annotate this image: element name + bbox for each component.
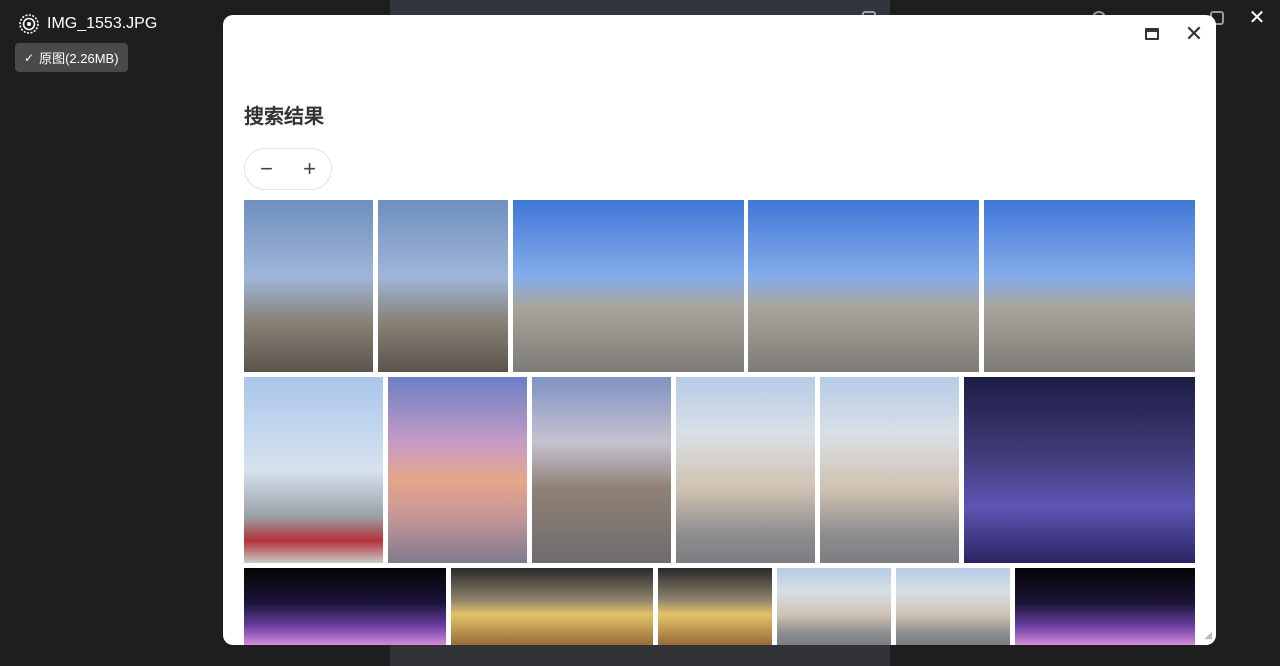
zoom-controls: − +	[244, 148, 332, 190]
check-icon: ✓	[24, 50, 35, 65]
result-thumbnail[interactable]	[777, 568, 891, 645]
maximize-icon[interactable]	[1145, 28, 1159, 40]
result-thumbnail[interactable]	[244, 200, 373, 372]
result-thumbnail[interactable]	[964, 377, 1195, 563]
result-thumbnail[interactable]	[676, 377, 815, 563]
result-thumbnail[interactable]	[532, 377, 671, 563]
result-thumbnail[interactable]	[244, 377, 383, 563]
app-logo-icon	[19, 14, 39, 34]
result-thumbnail[interactable]	[748, 200, 979, 372]
result-thumbnail[interactable]	[984, 200, 1195, 372]
original-size-label: 原图(2.26MB)	[39, 51, 119, 66]
viewer-close-icon[interactable]: ✕	[1247, 8, 1267, 28]
result-thumbnail[interactable]	[896, 568, 1010, 645]
result-thumbnail[interactable]	[388, 377, 527, 563]
result-thumbnail[interactable]	[513, 200, 744, 372]
result-thumbnail[interactable]	[244, 568, 446, 645]
viewer-header: IMG_1553.JPG	[18, 13, 157, 35]
result-thumbnail[interactable]	[1015, 568, 1195, 645]
resize-handle-icon[interactable]: ◢	[1204, 630, 1212, 641]
result-thumbnail[interactable]	[378, 200, 508, 372]
dialog-close-icon[interactable]: ✕	[1183, 23, 1205, 45]
result-thumbnail[interactable]	[820, 377, 959, 563]
zoom-in-button[interactable]: +	[296, 155, 324, 183]
result-thumbnail[interactable]	[451, 568, 653, 645]
original-size-toggle[interactable]: ✓ 原图(2.26MB)	[15, 43, 128, 72]
file-name: IMG_1553.JPG	[47, 15, 158, 32]
result-thumbnail[interactable]	[658, 568, 772, 645]
search-results-dialog: ✕ 搜索结果 − + ◢	[223, 15, 1216, 645]
zoom-out-button[interactable]: −	[253, 155, 281, 183]
dialog-title: 搜索结果	[244, 106, 324, 128]
